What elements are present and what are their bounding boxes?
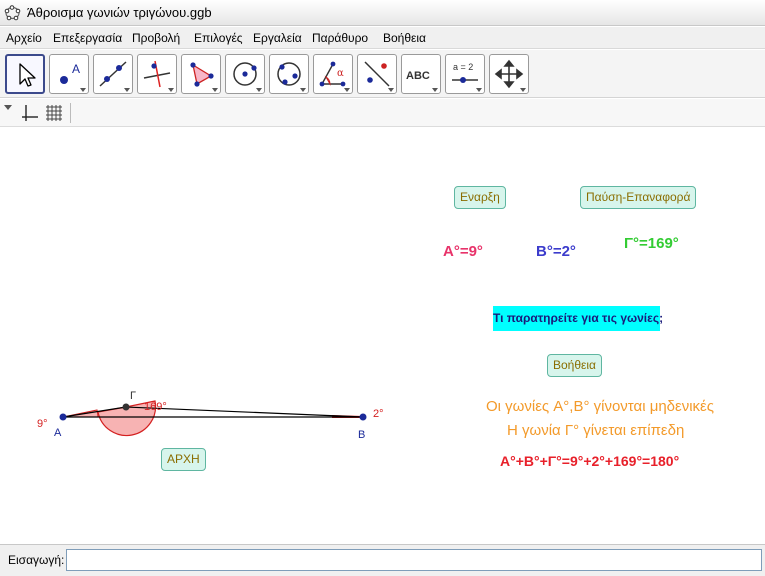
- angle-sum-equation: A°+B°+Γ°=9°+2°+169°=180°: [500, 453, 680, 469]
- angle-a-value: A°=9°: [443, 243, 483, 260]
- question-text: Τι παρατηρείτε για τις γωνίες;: [493, 306, 663, 331]
- tool-polygon[interactable]: [181, 54, 221, 94]
- chevron-down-icon: [476, 88, 482, 92]
- move-graphics-view-icon: [494, 59, 524, 89]
- slider-icon: a = 2: [452, 62, 478, 83]
- chevron-down-icon: [520, 88, 526, 92]
- angle-icon-label: α: [337, 68, 344, 79]
- menu-help[interactable]: Βοήθεια: [383, 31, 426, 45]
- point-b-label: B: [358, 429, 366, 441]
- reset-button[interactable]: ΑΡΧΗ: [161, 448, 206, 471]
- insert-text-icon: ABC: [406, 70, 430, 82]
- geogebra-logo-icon: [4, 5, 21, 21]
- graphics-view[interactable]: A B Γ 9° 2° 169° Εναρξη Παύση-Επαναφορά …: [0, 128, 765, 543]
- help-button[interactable]: Βοήθεια: [547, 354, 602, 377]
- angle-gamma-value: Γ°=169°: [624, 235, 679, 252]
- point-a-label: A: [54, 427, 62, 439]
- start-button[interactable]: Εναρξη: [454, 186, 506, 209]
- menu-tools[interactable]: Εργαλεία: [253, 31, 302, 45]
- point-gamma[interactable]: [122, 403, 130, 411]
- menu-bar: Αρχείο Επεξεργασία Προβολή Επιλογές Εργα…: [0, 27, 765, 49]
- title-bar: Άθροισμα γωνιών τριγώνου.ggb: [0, 0, 765, 26]
- chevron-down-icon: [344, 88, 350, 92]
- chevron-down-icon: [212, 88, 218, 92]
- angle-b-value-label: 2°: [373, 408, 384, 420]
- circle-center-point-icon: [233, 62, 257, 86]
- observation-zero-angles: Οι γωνίες A°,B° γίνονται μηδενικές: [486, 398, 714, 415]
- chevron-down-icon: [300, 88, 306, 92]
- polygon-icon: [190, 62, 214, 87]
- chevron-down-icon: [388, 88, 394, 92]
- point-a[interactable]: [59, 413, 67, 421]
- style-bar: [0, 99, 765, 127]
- insert-text-icon-label: ABC: [406, 70, 430, 82]
- menu-view[interactable]: Προβολή: [132, 31, 180, 45]
- menu-window[interactable]: Παράθυρο: [312, 31, 368, 45]
- toolbar: A α ABC a = 2: [0, 50, 765, 98]
- input-label: Εισαγωγή:: [8, 553, 65, 567]
- chevron-down-icon: [124, 88, 130, 92]
- style-bar-separator: [70, 103, 71, 123]
- angle-gamma-value-label: 169°: [144, 401, 167, 413]
- new-point-icon-label: A: [72, 62, 80, 76]
- observation-straight-angle: Η γωνία Γ° γίνεται επίπεδη: [507, 422, 685, 439]
- line-through-two-points-icon: [99, 61, 127, 87]
- input-field[interactable]: [66, 549, 762, 571]
- tool-reflect[interactable]: [357, 54, 397, 94]
- tool-line[interactable]: [93, 54, 133, 94]
- angle-icon: α: [319, 61, 346, 87]
- tool-circle-three-points[interactable]: [269, 54, 309, 94]
- reflect-about-line-icon: [364, 61, 390, 87]
- show-grid-icon[interactable]: [44, 103, 64, 123]
- chevron-down-icon: [432, 88, 438, 92]
- menu-file[interactable]: Αρχείο: [6, 31, 42, 45]
- chevron-down-icon: [168, 88, 174, 92]
- tool-slider[interactable]: a = 2: [445, 54, 485, 94]
- point-gamma-label: Γ: [130, 390, 137, 402]
- angle-b-value: B°=2°: [536, 243, 576, 260]
- tool-move[interactable]: [5, 54, 45, 94]
- menu-options[interactable]: Επιλογές: [194, 31, 243, 45]
- input-bar: Εισαγωγή:: [0, 544, 765, 576]
- window-title: Άθροισμα γωνιών τριγώνου.ggb: [27, 5, 212, 20]
- pause-resume-button[interactable]: Παύση-Επαναφορά: [580, 186, 697, 209]
- tool-text[interactable]: ABC: [401, 54, 441, 94]
- new-point-icon: A: [60, 62, 80, 84]
- move-arrow-icon: [19, 63, 36, 87]
- tool-new-point[interactable]: A: [49, 54, 89, 94]
- show-axes-icon[interactable]: [20, 103, 40, 123]
- tool-angle[interactable]: α: [313, 54, 353, 94]
- angle-a-value-label: 9°: [37, 418, 48, 430]
- chevron-down-icon: [80, 88, 86, 92]
- tool-move-graphics[interactable]: [489, 54, 529, 94]
- slider-icon-label: a = 2: [453, 62, 473, 72]
- point-b[interactable]: [359, 413, 367, 421]
- style-bar-toggle-icon[interactable]: [4, 105, 12, 110]
- geogebra-window: Άθροισμα γωνιών τριγώνου.ggb Αρχείο Επεξ…: [0, 0, 765, 576]
- menu-edit[interactable]: Επεξεργασία: [53, 31, 122, 45]
- tool-circle[interactable]: [225, 54, 265, 94]
- tool-perpendicular[interactable]: [137, 54, 177, 94]
- perpendicular-line-icon: [143, 60, 171, 88]
- chevron-down-icon: [256, 88, 262, 92]
- circle-three-points-icon: [277, 62, 301, 86]
